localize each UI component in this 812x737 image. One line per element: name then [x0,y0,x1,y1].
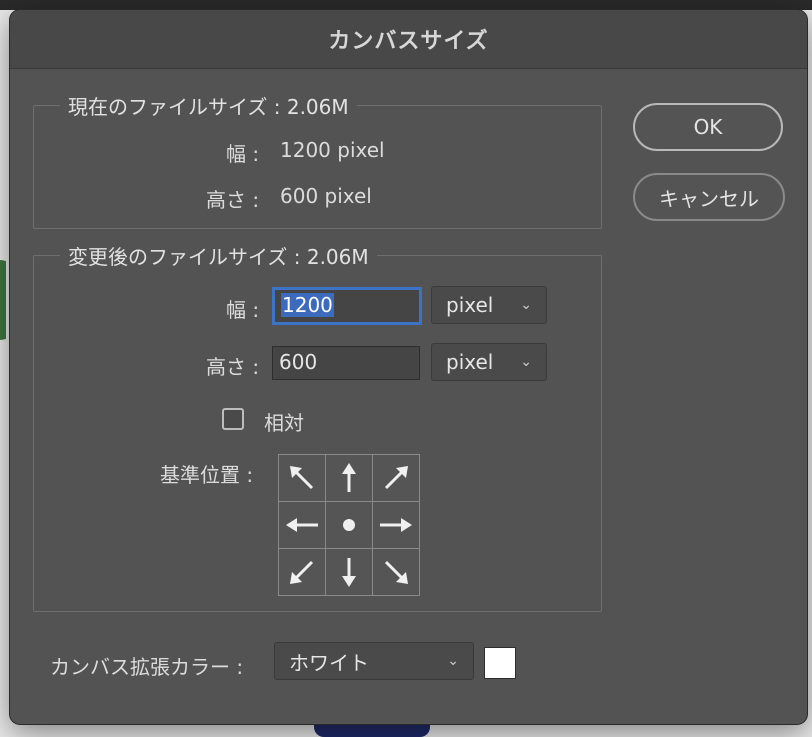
extension-color-swatch[interactable] [484,647,516,679]
relative-checkbox[interactable] [222,408,244,430]
arrow-up-icon [342,463,356,492]
anchor-center-dot-icon [343,519,355,531]
chevron-down-icon: ⌄ [447,653,459,669]
new-width-label: 幅 : [226,298,260,322]
anchor-left[interactable] [279,502,325,548]
height-unit-value: pixel [446,350,494,374]
width-unit-value: pixel [446,293,494,317]
anchor-top[interactable] [326,455,372,501]
current-height-value: 600 pixel [280,184,372,208]
current-size-legend: 現在のファイルサイズ : 2.06M [60,91,357,120]
ok-button[interactable]: OK [633,103,783,151]
arrow-down-right-icon [384,560,408,584]
arrow-up-right-icon [384,466,408,490]
new-size-legend: 変更後のファイルサイズ : 2.06M [60,241,377,270]
new-height-label: 高さ : [206,355,260,379]
anchor-label: 基準位置 : [160,463,254,487]
canvas-size-dialog: カンバスサイズ 現在のファイルサイズ : 2.06M 幅 : 1200 pixe… [10,10,807,724]
current-size-group [33,105,602,229]
extension-color-value: ホワイト [289,650,369,675]
current-width-value: 1200 pixel [280,138,385,162]
height-unit-select[interactable]: pixel ⌄ [431,343,547,381]
width-unit-select[interactable]: pixel ⌄ [431,286,547,324]
extension-color-select[interactable]: ホワイト ⌄ [274,642,474,680]
anchor-center[interactable] [326,502,372,548]
current-height-label: 高さ : [206,188,260,212]
arrow-up-left-icon [290,466,314,490]
arrow-left-icon [286,518,318,532]
height-input-value: 600 [279,350,318,374]
arrow-down-left-icon [290,560,314,584]
height-input[interactable]: 600 [272,346,420,380]
cancel-button[interactable]: キャンセル [633,173,785,221]
width-input-value: 1200 [281,293,334,317]
background-app-topbar [0,0,812,10]
anchor-top-right[interactable] [373,455,419,501]
anchor-top-left[interactable] [279,455,325,501]
anchor-bottom-left[interactable] [279,549,325,595]
dialog-title: カンバスサイズ [10,10,807,69]
anchor-grid [278,454,420,596]
extension-color-label: カンバス拡張カラー : [50,655,244,679]
chevron-down-icon: ⌄ [520,297,532,313]
current-width-label: 幅 : [226,142,260,166]
anchor-bottom[interactable] [326,549,372,595]
relative-label: 相対 [264,411,304,435]
width-input[interactable]: 1200 [272,287,422,325]
arrow-right-icon [380,518,412,532]
arrow-down-icon [342,558,356,587]
anchor-right[interactable] [373,502,419,548]
chevron-down-icon: ⌄ [520,354,532,370]
anchor-bottom-right[interactable] [373,549,419,595]
